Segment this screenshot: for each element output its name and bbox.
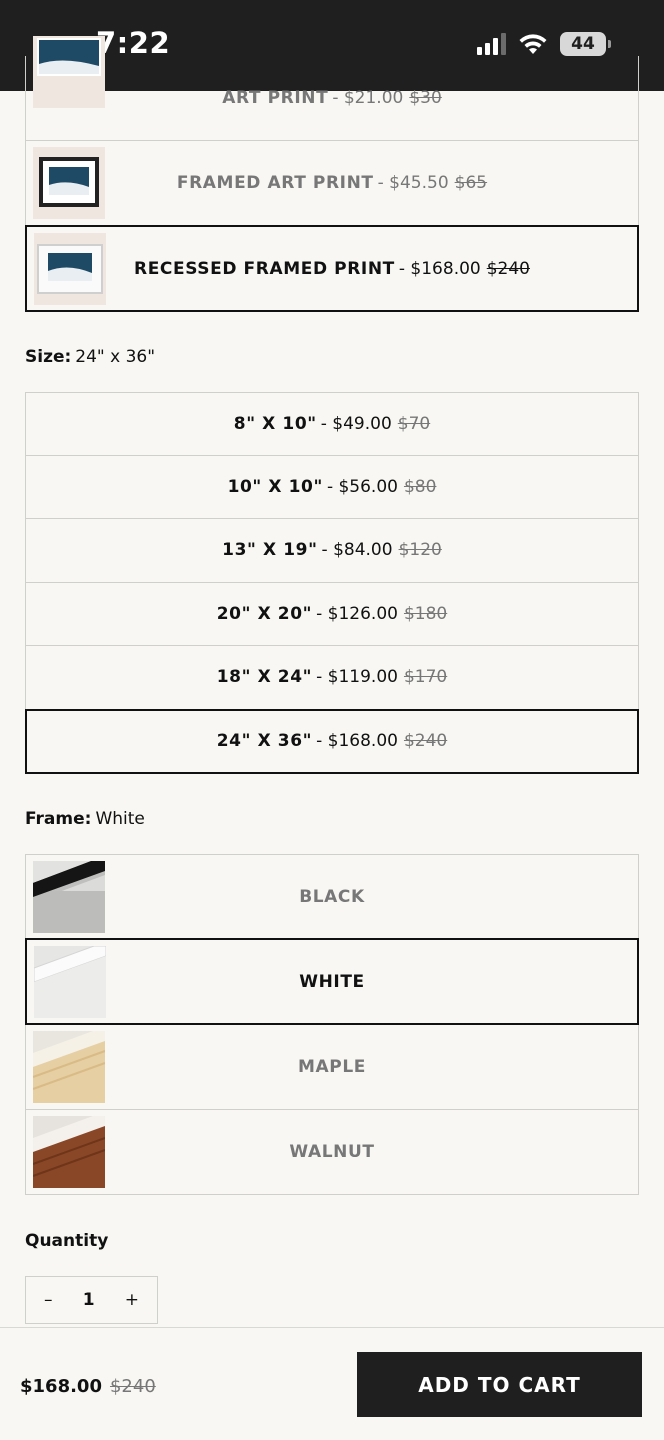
print-type-art-print[interactable]: ART PRINT - $21.00 $30 [25,36,639,141]
size-option[interactable]: 18" X 24" - $119.00 $170 [25,646,639,710]
size-value: 24" x 36" [75,347,156,367]
quantity-stepper: – 1 + [25,1276,158,1324]
print-type-old-price: $30 [409,88,442,108]
status-icons: 44 [477,32,611,56]
cellular-signal-icon [477,33,506,55]
white-frame-thumbnail [34,946,106,1018]
frame-option-name: MAPLE [298,1057,366,1077]
size-option-old-price: $120 [398,540,442,561]
size-option-price: - $49.00 [320,413,392,434]
size-option[interactable]: 10" X 10" - $56.00 $80 [25,455,639,519]
frame-option-white[interactable]: WHITE [25,938,639,1025]
size-option-name: 13" X 19" [222,540,318,561]
print-type-price: - $168.00 [398,258,481,279]
size-option-name: 18" X 24" [216,667,313,688]
size-label: Size: [25,347,72,367]
print-type-price: - $21.00 [332,88,404,108]
battery-icon: 44 [560,32,611,56]
frame-value: White [95,809,145,829]
frame-option-maple[interactable]: MAPLE [25,1025,639,1110]
maple-frame-thumbnail [33,1031,105,1103]
frame-label-line: Frame: White [25,809,145,829]
size-option-price: - $126.00 [316,603,398,624]
total-price-line: $168.00 $240 [20,1376,156,1397]
frame-option-walnut[interactable]: WALNUT [25,1110,639,1195]
print-type-price: - $45.50 [377,173,449,193]
size-option[interactable]: 20" X 20" - $126.00 $180 [25,582,639,646]
walnut-frame-thumbnail [33,1116,105,1188]
wifi-icon [519,34,547,54]
print-type-name: RECESSED FRAMED PRINT [134,258,395,279]
size-option[interactable]: 8" X 10" - $49.00 $70 [25,392,639,456]
print-type-recessed-framed-print[interactable]: RECESSED FRAMED PRINT - $168.00 $240 [25,225,639,312]
size-option-selected[interactable]: 24" X 36" - $168.00 $240 [25,708,639,774]
decrement-button[interactable]: – [44,1290,53,1310]
size-option-old-price: $170 [403,667,448,688]
black-frame-thumbnail [33,861,105,933]
size-option-name: 24" X 36" [216,731,313,751]
size-option[interactable]: 13" X 19" - $84.00 $120 [25,519,639,583]
print-type-framed-art-print[interactable]: FRAMED ART PRINT - $45.50 $65 [25,141,639,226]
frame-option-list: BLACK WHITE MAPLE WALNUT [25,854,639,1195]
size-option-name: 20" X 20" [216,603,313,624]
sticky-cart-bar: $168.00 $240 ADD TO CART [0,1327,664,1440]
size-option-old-price: $240 [403,731,448,751]
frame-option-name: BLACK [299,886,365,907]
size-option-price: - $56.00 [326,476,398,497]
size-option-old-price: $70 [397,413,431,434]
size-label-line: Size: 24" x 36" [25,347,155,367]
size-option-price: - $168.00 [316,731,398,751]
add-to-cart-button[interactable]: ADD TO CART [357,1352,642,1417]
size-option-old-price: $180 [403,603,448,624]
frame-option-name: WHITE [299,971,365,992]
size-option-list: 8" X 10" - $49.00 $70 10" X 10" - $56.00… [25,392,639,774]
print-type-list: ART PRINT - $21.00 $30 FRAMED ART PRINT … [25,36,639,312]
art-print-thumbnail [33,36,105,108]
size-option-price: - $119.00 [316,667,398,688]
quantity-label: Quantity [25,1231,109,1251]
total-price: $168.00 [20,1376,102,1397]
status-time: 7:22 [96,26,171,60]
frame-label: Frame: [25,809,92,829]
framed-art-print-thumbnail [33,147,105,219]
print-type-name: ART PRINT [222,88,329,108]
increment-button[interactable]: + [125,1290,139,1310]
size-option-name: 10" X 10" [227,476,323,497]
quantity-value[interactable]: 1 [83,1290,95,1310]
size-option-old-price: $80 [403,476,437,497]
size-option-name: 8" X 10" [233,413,317,434]
print-type-old-price: $240 [486,258,530,279]
print-type-name: FRAMED ART PRINT [176,173,374,193]
print-type-old-price: $65 [454,173,488,193]
recessed-framed-print-thumbnail [34,233,106,305]
frame-option-name: WALNUT [289,1142,375,1162]
frame-option-black[interactable]: BLACK [25,854,639,939]
total-old-price: $240 [109,1376,156,1397]
size-option-price: - $84.00 [321,540,393,561]
